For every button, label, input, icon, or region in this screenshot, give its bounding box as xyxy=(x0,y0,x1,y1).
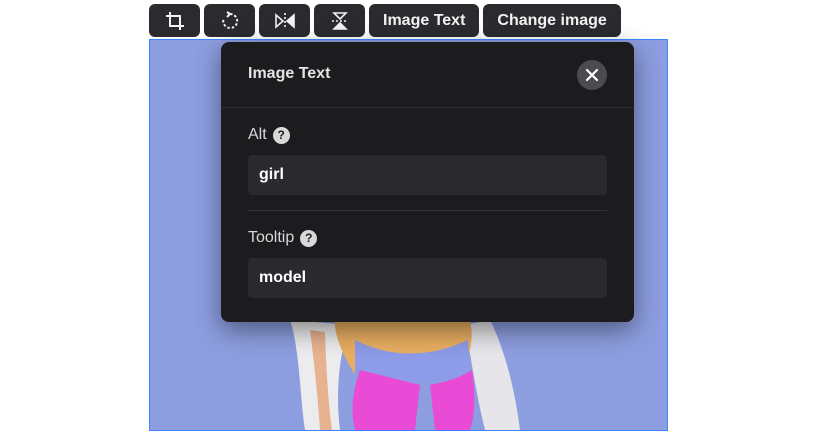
tooltip-section: Tooltip ? model xyxy=(248,229,607,298)
image-text-button[interactable]: Image Text xyxy=(369,4,480,37)
alt-label-row: Alt ? xyxy=(248,126,607,144)
tooltip-label-row: Tooltip ? xyxy=(248,229,607,247)
close-icon xyxy=(585,68,599,82)
crop-icon xyxy=(165,11,184,30)
alt-section: Alt ? girl xyxy=(248,126,607,195)
tooltip-label: Tooltip xyxy=(248,229,295,246)
image-text-dialog: Image Text Alt ? girl Tooltip ? model xyxy=(221,42,634,322)
flip-horizontal-button[interactable] xyxy=(259,4,310,37)
flip-horizontal-icon xyxy=(274,12,295,29)
rotate-icon xyxy=(221,10,238,29)
close-button[interactable] xyxy=(577,60,607,90)
section-divider xyxy=(248,210,607,211)
dialog-header: Image Text xyxy=(221,42,634,108)
alt-input[interactable]: girl xyxy=(248,155,607,195)
change-image-button[interactable]: Change image xyxy=(483,4,621,37)
dialog-title: Image Text xyxy=(248,65,331,82)
rotate-button[interactable] xyxy=(204,4,255,37)
flip-vertical-icon xyxy=(331,11,348,30)
tooltip-help-icon[interactable]: ? xyxy=(300,229,318,247)
flip-vertical-button[interactable] xyxy=(314,4,365,37)
alt-label: Alt xyxy=(248,126,267,143)
crop-button[interactable] xyxy=(149,4,200,37)
alt-help-icon[interactable]: ? xyxy=(272,126,290,144)
image-toolbar: Image Text Change image xyxy=(149,4,621,37)
tooltip-input[interactable]: model xyxy=(248,258,607,298)
